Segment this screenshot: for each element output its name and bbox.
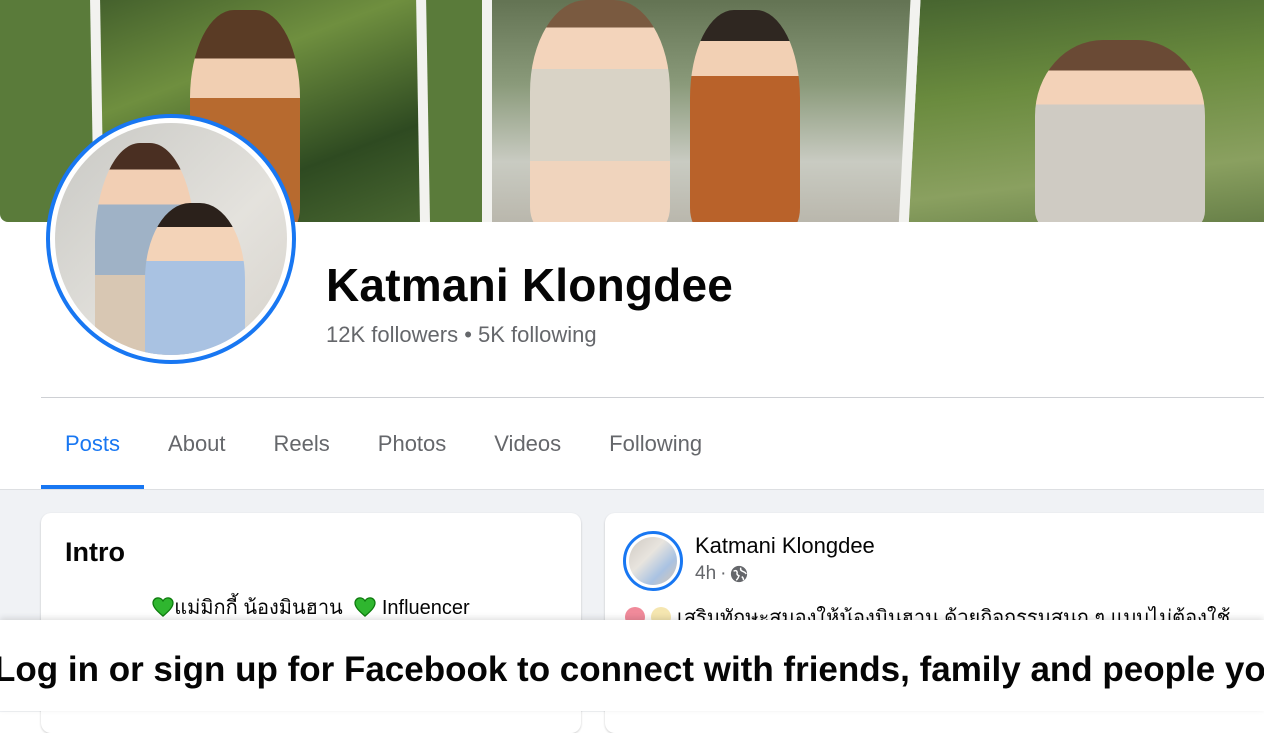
intro-bio-text: แม่มิกกี้ น้องมินฮาน (174, 597, 343, 619)
profile-name: Katmani Klongdee (326, 259, 734, 311)
post-timestamp[interactable]: 4h (695, 563, 716, 585)
post-meta: 4h · (695, 563, 748, 585)
globe-icon (731, 565, 748, 583)
tab-reels[interactable]: Reels (250, 398, 354, 489)
green-heart-icon (152, 597, 174, 617)
cover-figure (690, 10, 800, 222)
meta-separator: · (720, 563, 727, 584)
post-author-avatar[interactable] (623, 531, 683, 591)
green-heart-icon (354, 597, 376, 617)
followers-link[interactable]: 12K followers (326, 322, 458, 348)
profile-tabs: Posts About Reels Photos Videos Followin… (41, 398, 726, 489)
login-banner: Log in or sign up for Facebook to connec… (0, 620, 1264, 711)
avatar-figure (145, 203, 245, 355)
intro-role: Influencer (381, 597, 470, 619)
profile-picture-image (55, 123, 287, 355)
cover-figure (1035, 40, 1205, 222)
tab-photos[interactable]: Photos (354, 398, 471, 489)
tab-following[interactable]: Following (585, 398, 726, 489)
following-link[interactable]: 5K following (478, 322, 597, 348)
avatar-image (629, 537, 677, 585)
profile-stats: 12K followers • 5K following (326, 322, 597, 348)
profile-picture[interactable] (46, 114, 296, 364)
tab-videos[interactable]: Videos (470, 398, 585, 489)
cover-figure (530, 0, 670, 222)
tab-about[interactable]: About (144, 398, 250, 489)
intro-title: Intro (65, 537, 125, 567)
tab-posts[interactable]: Posts (41, 398, 145, 489)
intro-bio: แม่มิกกี้ น้องมินฮาน Influencer (41, 591, 581, 623)
stats-separator: • (464, 322, 472, 347)
login-prompt: Log in or sign up for Facebook to connec… (0, 650, 1264, 689)
post-author-name[interactable]: Katmani Klongdee (695, 533, 875, 559)
